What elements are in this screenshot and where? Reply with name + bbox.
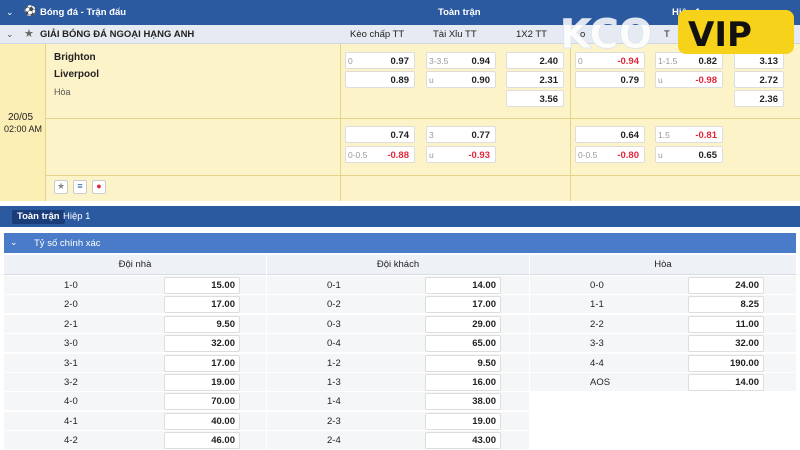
score-row-home: 4-1 40.00: [4, 411, 266, 431]
ft-hdp-away[interactable]: 0.89: [345, 71, 415, 88]
score-row-draw: 2-2 11.00: [530, 314, 796, 334]
match-date: 20/05: [8, 112, 34, 123]
score-odds[interactable]: 17.00: [425, 296, 501, 314]
score-odds[interactable]: 15.00: [164, 277, 240, 294]
alt-ft-hdp-away[interactable]: 0-0.5 -0.88: [345, 146, 415, 163]
alt-ft-ou-over[interactable]: 3 0.77: [426, 126, 496, 143]
sport-title: Bóng đá - Trận đấu: [40, 7, 127, 18]
score-row-away: 0-1 14.00: [267, 276, 529, 295]
score-odds[interactable]: 8.25: [688, 296, 764, 314]
full-match-header: Toàn trận: [438, 7, 481, 18]
alt-h1-ou-over[interactable]: 1.5 -0.81: [655, 126, 723, 143]
tab-full-match[interactable]: Toàn trận: [12, 210, 65, 224]
h1-1x2-away[interactable]: 2.72: [734, 71, 784, 88]
score-row-home: 2-1 9.50: [4, 314, 266, 334]
score-row-away: 0-2 17.00: [267, 295, 529, 315]
score-odds[interactable]: 16.00: [425, 374, 501, 391]
draw-col-header: Hòa: [530, 255, 796, 275]
score-odds[interactable]: 46.00: [164, 432, 240, 450]
score-odds[interactable]: 11.00: [688, 315, 764, 333]
hot-fire-icon[interactable]: ●: [92, 180, 106, 194]
away-team[interactable]: Liverpool: [54, 69, 99, 80]
score-row-away: 1-3 16.00: [267, 373, 529, 392]
collapse-chevron-icon[interactable]: ⌄: [6, 29, 14, 40]
svg-text:KCO: KCO: [560, 12, 653, 58]
score-odds[interactable]: 9.50: [425, 354, 501, 372]
score-odds[interactable]: 29.00: [425, 315, 501, 333]
star-icon[interactable]: ★: [24, 27, 34, 40]
market-tabs: Toàn trận Hiệp 1: [0, 206, 800, 227]
alt-h1-hdp-away[interactable]: 0-0.5 -0.80: [575, 146, 645, 163]
score-odds[interactable]: 65.00: [425, 335, 501, 353]
home-col-header: Đội nhà: [4, 255, 266, 275]
ft-ou-over[interactable]: 3-3.5 0.94: [426, 52, 496, 69]
ft-1x2-away[interactable]: 2.31: [506, 71, 564, 88]
score-odds[interactable]: 190.00: [688, 354, 764, 372]
league-name: GIẢI BÓNG ĐÁ NGOẠI HẠNG ANH: [40, 29, 195, 40]
svg-text:VIP: VIP: [688, 15, 752, 55]
h1-hdp-away[interactable]: 0.79: [575, 71, 645, 88]
score-row-home: 4-0 70.00: [4, 392, 266, 412]
score-odds[interactable]: 19.00: [425, 412, 501, 430]
collapse-chevron-icon[interactable]: ⌄: [10, 237, 18, 248]
score-row-home: 3-1 17.00: [4, 353, 266, 373]
score-row-draw: 4-4 190.00: [530, 353, 796, 373]
col-over-under: Tài Xỉu TT: [433, 29, 477, 40]
score-row-draw: 3-3 32.00: [530, 334, 796, 354]
col-handicap: Kèo chấp TT: [350, 29, 405, 40]
score-odds[interactable]: 24.00: [688, 277, 764, 294]
site-logo: KCO VIP: [560, 6, 796, 59]
score-row-away: 0-4 65.00: [267, 334, 529, 354]
score-row-draw: 1-1 8.25: [530, 295, 796, 315]
score-row-draw: AOS 14.00: [530, 373, 796, 392]
score-row-away: 2-3 19.00: [267, 411, 529, 431]
date-column: 20/05 02:00 AM: [0, 44, 46, 201]
score-row-home: 1-0 15.00: [4, 276, 266, 295]
score-odds[interactable]: 17.00: [164, 296, 240, 314]
draw-label: Hòa: [54, 87, 71, 97]
score-odds[interactable]: 32.00: [688, 335, 764, 353]
score-row-home: 3-2 19.00: [4, 373, 266, 392]
alt-ft-hdp-home[interactable]: 0.74: [345, 126, 415, 143]
score-odds[interactable]: 14.00: [688, 374, 764, 391]
score-row-draw: 0-0 24.00: [530, 276, 796, 295]
score-odds[interactable]: 19.00: [164, 374, 240, 391]
score-row-away: 1-2 9.50: [267, 353, 529, 373]
tab-first-half[interactable]: Hiệp 1: [58, 210, 95, 224]
alt-h1-hdp-home[interactable]: 0.64: [575, 126, 645, 143]
alt-h1-ou-under[interactable]: u 0.65: [655, 146, 723, 163]
ft-hdp-home[interactable]: 0 0.97: [345, 52, 415, 69]
match-time: 02:00 AM: [4, 124, 43, 134]
stats-database-icon[interactable]: ≡: [73, 180, 87, 194]
score-odds[interactable]: 43.00: [425, 432, 501, 450]
favorite-star-icon[interactable]: ★: [54, 180, 68, 194]
correct-score-header[interactable]: ⌄ Tỷ số chính xác: [4, 233, 796, 253]
ft-ou-under[interactable]: u 0.90: [426, 71, 496, 88]
score-odds[interactable]: 32.00: [164, 335, 240, 353]
h1-1x2-draw[interactable]: 2.36: [734, 90, 784, 107]
score-odds[interactable]: 70.00: [164, 393, 240, 411]
score-odds[interactable]: 14.00: [425, 277, 501, 294]
h1-ou-under[interactable]: u -0.98: [655, 71, 723, 88]
col-1x2: 1X2 TT: [516, 29, 547, 40]
score-odds[interactable]: 38.00: [425, 393, 501, 411]
score-odds[interactable]: 17.00: [164, 354, 240, 372]
score-row-away: 2-4 43.00: [267, 431, 529, 450]
score-row-away: 1-4 38.00: [267, 392, 529, 412]
collapse-chevron-icon[interactable]: ⌄: [6, 7, 14, 18]
score-row-home: 3-0 32.00: [4, 334, 266, 354]
correct-score-title: Tỷ số chính xác: [34, 238, 101, 249]
ft-1x2-draw[interactable]: 3.56: [506, 90, 564, 107]
score-row-home: 4-2 46.00: [4, 431, 266, 450]
score-row-home: 2-0 17.00: [4, 295, 266, 315]
home-team[interactable]: Brighton: [54, 52, 96, 63]
score-odds[interactable]: 40.00: [164, 412, 240, 430]
soccer-ball-icon: ⚽: [24, 6, 37, 17]
alt-ft-ou-under[interactable]: u -0.93: [426, 146, 496, 163]
ft-1x2-home[interactable]: 2.40: [506, 52, 564, 69]
score-row-away: 0-3 29.00: [267, 314, 529, 334]
score-odds[interactable]: 9.50: [164, 315, 240, 333]
away-col-header: Đội khách: [267, 255, 529, 275]
